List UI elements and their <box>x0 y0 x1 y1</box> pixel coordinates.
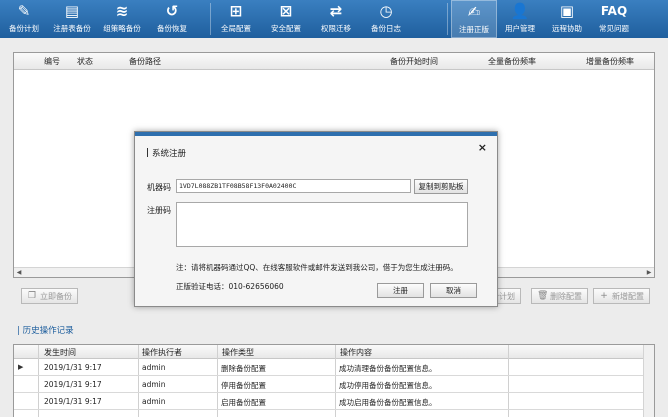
security-doc-icon: ⊠ <box>279 2 293 20</box>
remote-assist-button[interactable]: ▣ 远程协助 <box>543 0 591 38</box>
col-full-frequency[interactable]: 全量备份频率 <box>488 56 536 67</box>
add-config-button[interactable]: + 新增配置 <box>593 287 650 305</box>
copy-icon: ❐ <box>27 291 37 301</box>
verification-phone: 正版验证电话：010-62656060 <box>176 282 284 291</box>
register-confirm-button[interactable]: 注册 <box>377 283 424 298</box>
scroll-left-icon[interactable]: ◀ <box>14 268 24 278</box>
trash-icon: 🗑 <box>537 291 549 301</box>
delete-config-button[interactable]: 🗑 删除配置 <box>531 287 588 305</box>
table-row[interactable]: ▶ 2019/1/31 9:17 admin 删除备份配置 成功清理备份备份配置… <box>14 359 654 376</box>
dialog-note: 注：请将机器码通过QQ、在线客服软件或邮件发送到我公司，借于为您生成注册码。 <box>176 263 458 272</box>
log-icon: ◷ <box>379 2 393 20</box>
table-row[interactable]: 2019/1/31 9:17 admin 停用备份配置 成功停用备份备份配置信息… <box>14 376 654 393</box>
register-button[interactable]: ✍ 注册正版 <box>451 0 497 38</box>
layers-icon: ≋ <box>115 2 129 20</box>
col-operator[interactable]: 操作执行者 <box>142 347 182 358</box>
table-row[interactable]: 2019/1/31 9:17 admin 启用备份配置 成功启用备份备份配置信息… <box>14 393 654 410</box>
cancel-button[interactable]: 取消 <box>430 283 477 298</box>
document-icon: ▤ <box>64 2 80 20</box>
registry-backup-button[interactable]: ▤ 注册表备份 <box>48 0 96 38</box>
col-time[interactable]: 发生时间 <box>44 347 76 358</box>
register-dialog: 系统注册 × 机器码 1VD7L088ZB1TF08B58F13F0A02400… <box>134 131 498 307</box>
col-start-time[interactable]: 备份开始时间 <box>390 56 438 67</box>
col-content[interactable]: 操作内容 <box>340 347 372 358</box>
plus-icon: + <box>600 291 608 301</box>
row-pointer-icon: ▶ <box>18 363 24 371</box>
col-backup-path[interactable]: 备份路径 <box>129 56 161 67</box>
remote-icon: ▣ <box>559 2 575 20</box>
restore-icon: ↺ <box>165 2 179 20</box>
dialog-accent-bar <box>135 132 497 136</box>
group-policy-backup-button[interactable]: ≋ 组策略备份 <box>96 0 148 38</box>
reg-code-field[interactable] <box>176 202 468 247</box>
grid-icon: ⊞ <box>229 2 243 20</box>
history-table-header: 发生时间 操作执行者 操作类型 操作内容 <box>14 345 654 359</box>
backup-restore-button[interactable]: ↺ 备份恢复 <box>148 0 196 38</box>
col-incremental-frequency[interactable]: 增量备份频率 <box>586 56 634 67</box>
history-table: 发生时间 操作执行者 操作类型 操作内容 ▶ 2019/1/31 9:17 ad… <box>13 344 655 417</box>
main-toolbar: ✎ 备份计划 ▤ 注册表备份 ≋ 组策略备份 ↺ 备份恢复 ⊞ 全局配置 ⊠ 安… <box>0 0 668 38</box>
permission-migrate-button[interactable]: ⇄ 权限迁移 <box>311 0 361 38</box>
faq-button[interactable]: FAQ 常见问题 <box>591 0 637 38</box>
user-management-button[interactable]: 👤 用户管理 <box>497 0 543 38</box>
edit-doc-icon: ✎ <box>17 2 31 20</box>
close-icon[interactable]: × <box>478 141 487 154</box>
col-id[interactable]: 编号 <box>44 56 60 67</box>
security-config-button[interactable]: ⊠ 安全配置 <box>261 0 311 38</box>
user-icon: 👤 <box>510 2 530 20</box>
global-config-button[interactable]: ⊞ 全局配置 <box>211 0 261 38</box>
toolbar-separator <box>447 3 448 35</box>
immediate-backup-button[interactable]: ❐ 立即备份 <box>21 287 78 305</box>
backup-plan-button[interactable]: ✎ 备份计划 <box>0 0 48 38</box>
backup-log-button[interactable]: ◷ 备份日志 <box>361 0 411 38</box>
scroll-right-icon[interactable]: ▶ <box>644 268 654 278</box>
dialog-title: 系统注册 <box>147 147 186 159</box>
col-status[interactable]: 状态 <box>77 56 93 67</box>
reg-code-label: 注册码 <box>147 206 171 215</box>
faq-icon: FAQ <box>600 4 628 18</box>
vertical-scrollbar[interactable] <box>643 345 654 417</box>
migrate-icon: ⇄ <box>329 2 343 20</box>
machine-code-field[interactable]: 1VD7L088ZB1TF08B58F13F0A02400C <box>176 179 411 193</box>
copy-to-clipboard-button[interactable]: 复制到剪贴板 <box>414 179 468 194</box>
col-type[interactable]: 操作类型 <box>222 347 254 358</box>
history-section-title: | 历史操作记录 <box>17 326 74 336</box>
machine-code-label: 机器码 <box>147 183 171 192</box>
register-icon: ✍ <box>467 3 481 21</box>
plan-table-header: 编号 状态 备份路径 备份开始时间 全量备份频率 增量备份频率 <box>14 53 654 70</box>
